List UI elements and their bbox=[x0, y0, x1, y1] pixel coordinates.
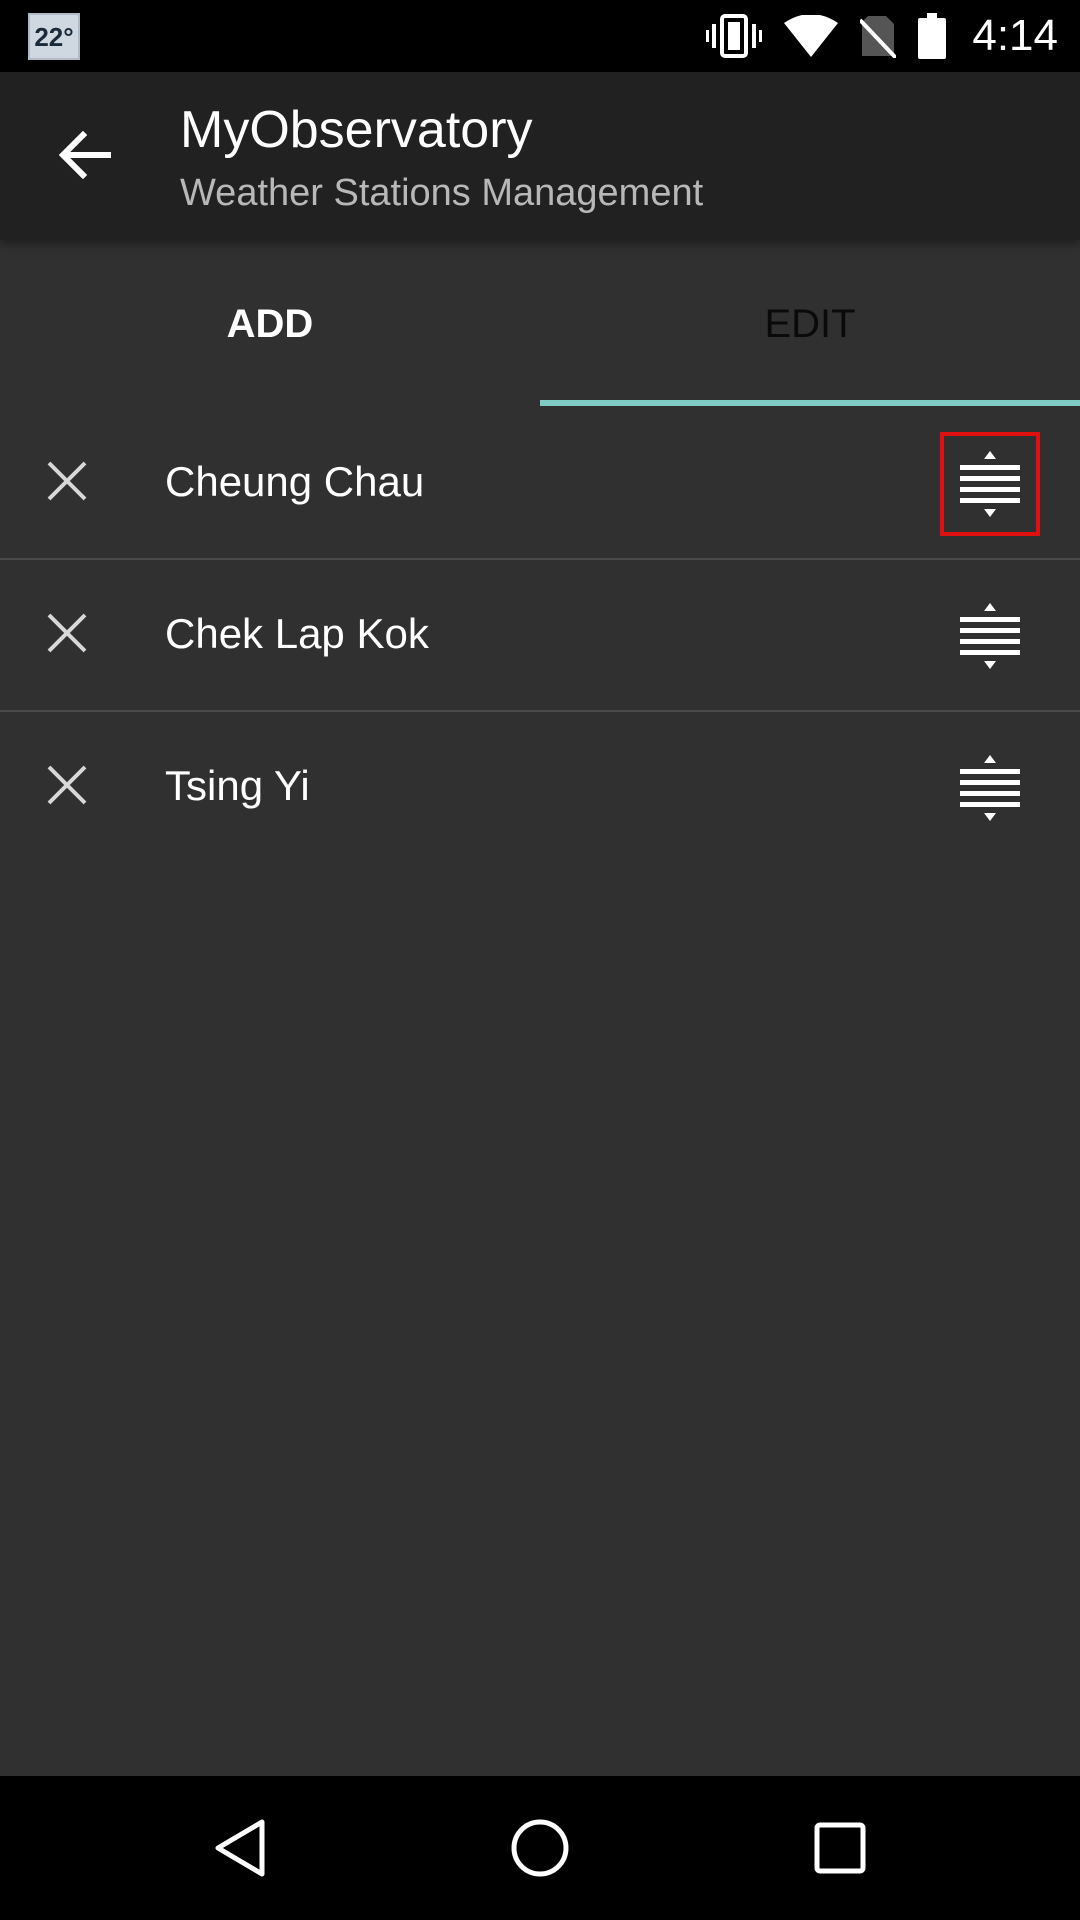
station-name: Tsing Yi bbox=[165, 762, 310, 809]
tab-edit[interactable]: EDIT bbox=[540, 240, 1080, 408]
reorder-icon bbox=[960, 603, 1020, 669]
back-button[interactable] bbox=[52, 122, 118, 188]
status-icons: 4:14 bbox=[706, 0, 1058, 72]
nav-recents-button[interactable] bbox=[804, 1812, 876, 1884]
close-icon bbox=[47, 765, 87, 805]
remove-station-button[interactable] bbox=[38, 756, 96, 814]
nav-back-icon bbox=[215, 1819, 265, 1877]
weather-notification-icon: 22° bbox=[28, 13, 80, 60]
tab-add[interactable]: ADD bbox=[0, 240, 540, 408]
navigation-bar bbox=[0, 1776, 1080, 1920]
station-name: Cheung Chau bbox=[165, 458, 425, 505]
station-list: Cheung Chau Chek Lap Kok Tsing Yi bbox=[0, 408, 1080, 864]
status-time: 4:14 bbox=[972, 11, 1058, 60]
remove-station-button[interactable] bbox=[38, 604, 96, 662]
list-item: Cheung Chau bbox=[0, 408, 1080, 560]
station-name: Chek Lap Kok bbox=[165, 610, 429, 657]
tab-bar: ADD EDIT bbox=[0, 240, 1080, 408]
close-icon bbox=[47, 461, 87, 501]
nav-home-button[interactable] bbox=[504, 1812, 576, 1884]
drag-handle[interactable] bbox=[940, 736, 1040, 840]
remove-station-button[interactable] bbox=[38, 452, 96, 510]
list-item: Tsing Yi bbox=[0, 712, 1080, 864]
status-bar: 22° 4:14 bbox=[0, 0, 1080, 72]
nav-home-icon bbox=[511, 1819, 569, 1877]
drag-handle[interactable] bbox=[940, 584, 1040, 688]
reorder-icon bbox=[960, 755, 1020, 821]
app-title: MyObservatory bbox=[180, 101, 533, 159]
app-subtitle: Weather Stations Management bbox=[180, 172, 704, 214]
list-item: Chek Lap Kok bbox=[0, 560, 1080, 712]
tab-indicator bbox=[540, 400, 1080, 406]
arrow-back-icon bbox=[59, 131, 111, 179]
wifi-icon bbox=[784, 15, 839, 57]
screen: 22° 4:14 MyObservatory Weather Stations … bbox=[0, 0, 1080, 1920]
drag-handle[interactable] bbox=[940, 432, 1040, 536]
vibrate-icon bbox=[706, 14, 763, 58]
app-bar: MyObservatory Weather Stations Managemen… bbox=[0, 72, 1080, 240]
reorder-icon bbox=[960, 451, 1020, 517]
no-sim-icon bbox=[860, 14, 897, 58]
nav-recents-icon bbox=[814, 1822, 866, 1874]
close-icon bbox=[47, 613, 87, 653]
nav-back-button[interactable] bbox=[204, 1812, 276, 1884]
battery-icon bbox=[918, 13, 947, 59]
